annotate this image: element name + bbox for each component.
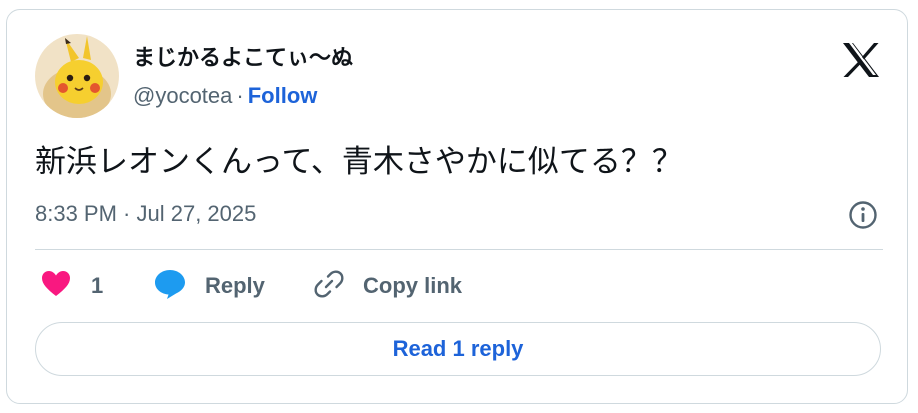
divider xyxy=(35,249,883,250)
tweet-text: 新浜レオンくんって、青木さやかに似てる？？ xyxy=(35,144,683,179)
reply-bubble-icon xyxy=(153,268,187,305)
x-logo-icon[interactable] xyxy=(841,42,881,78)
link-icon xyxy=(313,268,345,305)
like-count: 1 xyxy=(91,273,104,298)
reply-button[interactable]: Reply xyxy=(153,268,265,304)
timestamp-link[interactable]: 8:33 PM · Jul 27, 2025 xyxy=(35,200,256,228)
handle[interactable]: @yocotea xyxy=(133,83,232,108)
follow-button[interactable]: Follow xyxy=(248,83,318,108)
heart-icon xyxy=(41,270,71,303)
like-button[interactable]: 1 xyxy=(41,268,103,304)
read-replies-button[interactable]: Read 1 reply xyxy=(35,322,881,376)
display-name[interactable]: まじかるよこてぃ〜ぬ xyxy=(133,44,353,72)
info-icon[interactable] xyxy=(848,200,878,230)
handle-row: @yocotea · Follow xyxy=(133,82,317,110)
handle-separator: · xyxy=(236,83,244,108)
tweet-card: まじかるよこてぃ〜ぬ @yocotea · Follow 新浜レオンくんって、青木さ… xyxy=(6,9,908,404)
reply-label: Reply xyxy=(205,273,265,298)
pikachu-avatar-icon xyxy=(35,34,119,118)
avatar[interactable] xyxy=(35,34,119,118)
copy-link-button[interactable]: Copy link xyxy=(313,268,462,304)
copy-link-label: Copy link xyxy=(363,273,463,298)
